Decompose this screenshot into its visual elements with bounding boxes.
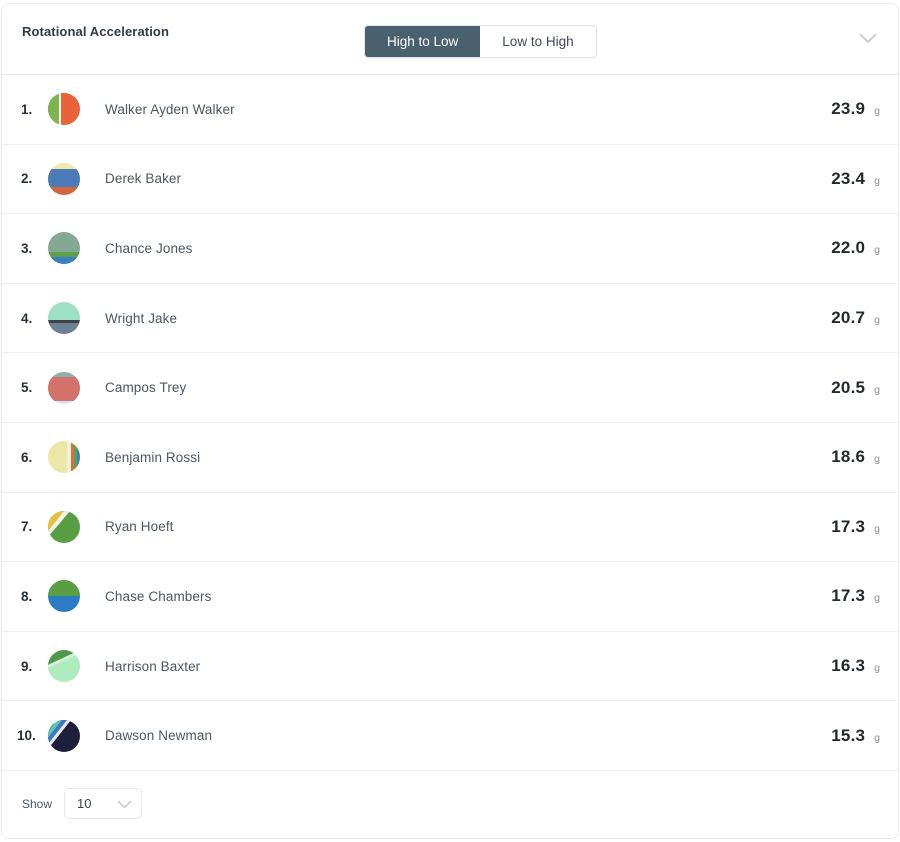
metric-unit: g [874,244,880,257]
player-name: Wright Jake [105,310,178,326]
leaderboard-list: 1. Walker Ayden Walker 23.9 g 2. Derek B… [2,75,898,771]
collapse-button[interactable] [854,26,882,54]
player-name: Campos Trey [105,380,187,396]
metric-value: 20.7 [831,308,866,328]
avatar [48,510,80,543]
value-cell: 18.6 g [831,447,880,467]
metric-unit: g [874,314,880,327]
page-size-select[interactable]: 10 [64,788,143,820]
table-row[interactable]: 7. Ryan Hoeft 17.3 g [2,493,898,563]
metric-value: 23.4 [831,168,866,188]
metric-value: 17.3 [831,586,866,606]
sort-high-to-low-button[interactable]: High to Low [365,26,481,57]
avatar [48,719,80,752]
metric-unit: g [874,662,880,675]
table-row[interactable]: 8. Chase Chambers 17.3 g [2,562,898,632]
chevron-down-icon [117,797,132,815]
page-title: Rotational Acceleration [22,24,170,39]
metric-unit: g [874,383,880,396]
sort-order-toggle[interactable]: High to Low Low to High [364,25,597,58]
metric-value: 15.3 [831,725,866,745]
avatar [48,580,80,613]
rank-label: 9. [21,658,33,674]
chevron-down-icon [859,31,877,49]
rank-label: 5. [21,380,33,396]
rank-label: 7. [21,519,33,535]
value-cell: 23.4 g [831,169,880,189]
table-row[interactable]: 5. Campos Trey 20.5 g [2,353,898,423]
player-name: Chase Chambers [105,588,212,604]
table-row[interactable]: 4. Wright Jake 20.7 g [2,284,898,354]
page-size-value: 10 [77,796,92,812]
value-cell: 20.5 g [831,378,880,398]
leaderboard-card: Rotational Acceleration High to Low Low … [1,3,899,839]
value-cell: 22.0 g [831,238,880,258]
metric-unit: g [874,105,880,118]
avatar [48,162,80,195]
metric-unit: g [874,174,880,187]
rank-label: 6. [21,449,33,465]
table-row[interactable]: 9. Harrison Baxter 16.3 g [2,632,898,702]
metric-unit: g [874,731,880,744]
rank-label: 1. [21,101,33,117]
rank-label: 8. [21,588,33,604]
metric-value: 23.9 [831,99,866,119]
value-cell: 15.3 g [831,726,880,746]
card-header: Rotational Acceleration High to Low Low … [2,4,898,75]
player-name: Benjamin Rossi [105,449,201,465]
player-name: Harrison Baxter [105,658,201,674]
player-name: Derek Baker [105,171,182,187]
player-name: Ryan Hoeft [105,519,174,535]
avatar [48,371,80,404]
sort-low-to-high-button[interactable]: Low to High [480,26,596,57]
metric-value: 20.5 [831,377,866,397]
rank-label: 2. [21,171,33,187]
avatar [48,93,80,126]
value-cell: 17.3 g [831,586,880,606]
value-cell: 16.3 g [831,656,880,676]
rank-label: 4. [21,310,33,326]
value-cell: 20.7 g [831,308,880,328]
table-row[interactable]: 1. Walker Ayden Walker 23.9 g [2,75,898,145]
rank-label: 3. [21,240,33,256]
table-row[interactable]: 6. Benjamin Rossi 18.6 g [2,423,898,493]
avatar [48,302,80,335]
value-cell: 23.9 g [831,99,880,119]
show-label: Show [22,796,53,811]
table-row[interactable]: 2. Derek Baker 23.4 g [2,145,898,215]
player-name: Chance Jones [105,240,193,256]
metric-unit: g [874,592,880,605]
table-row[interactable]: 10. Dawson Newman 15.3 g [2,701,898,771]
metric-unit: g [874,453,880,466]
metric-value: 17.3 [831,516,866,536]
metric-value: 22.0 [831,238,866,258]
avatar [48,441,80,474]
avatar [48,232,80,265]
metric-value: 16.3 [831,656,866,676]
player-name: Walker Ayden Walker [105,101,235,117]
card-footer: Show 10 [2,771,898,837]
rank-label: 10. [17,728,36,744]
metric-unit: g [874,522,880,535]
player-name: Dawson Newman [105,728,213,744]
table-row[interactable]: 3. Chance Jones 22.0 g [2,214,898,284]
avatar [48,650,80,683]
value-cell: 17.3 g [831,517,880,537]
metric-value: 18.6 [831,447,866,467]
